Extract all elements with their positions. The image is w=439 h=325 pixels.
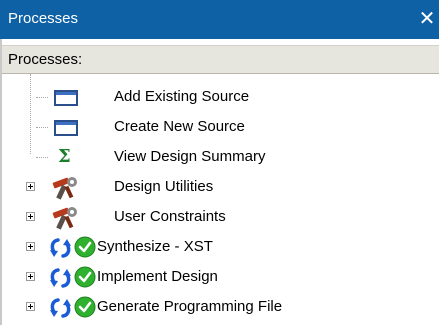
check-icon <box>74 296 96 318</box>
tree-item-label: Add Existing Source <box>114 88 250 105</box>
tree-item-label: View Design Summary <box>114 148 266 165</box>
tools-icon <box>52 207 77 230</box>
tree-item-implement-design[interactable]: Implement Design <box>2 262 439 292</box>
panel-titlebar: Processes ✕ <box>0 0 439 39</box>
expand-icon[interactable] <box>26 212 35 221</box>
tree-item-label: Create New Source <box>114 118 245 135</box>
tree-item-label: Implement Design <box>97 268 218 285</box>
tools-icon <box>52 177 77 200</box>
tree-item-synthesize-xst[interactable]: Synthesize - XST <box>2 232 439 262</box>
process-tree: Add Existing Source Create New Source Σ … <box>2 74 439 325</box>
tree-item-label: Synthesize - XST <box>97 238 213 255</box>
rerun-icon <box>50 298 71 318</box>
expand-icon[interactable] <box>26 272 35 281</box>
tree-connector <box>36 157 48 158</box>
tree-item-create-new-source[interactable]: Create New Source <box>2 112 439 142</box>
check-icon <box>74 266 96 288</box>
tree-item-generate-programming-file[interactable]: Generate Programming File <box>2 292 439 322</box>
window-icon <box>54 90 78 106</box>
window-icon <box>54 120 78 136</box>
expand-icon[interactable] <box>26 182 35 191</box>
tree-item-design-utilities[interactable]: Design Utilities <box>2 172 439 202</box>
check-icon <box>74 236 96 258</box>
close-icon[interactable]: ✕ <box>418 6 436 32</box>
tree-connector <box>36 97 48 98</box>
tree-item-view-design-summary[interactable]: Σ View Design Summary <box>2 142 439 172</box>
tree-item-label: User Constraints <box>114 208 226 225</box>
tree-item-label: Design Utilities <box>114 178 214 195</box>
tree-item-label: Generate Programming File <box>97 298 283 315</box>
panel-title: Processes <box>8 10 79 27</box>
processes-header: Processes: <box>2 45 439 74</box>
processes-header-label: Processes: <box>8 51 83 68</box>
rerun-icon <box>50 268 71 288</box>
rerun-icon <box>50 238 71 258</box>
expand-icon[interactable] <box>26 242 35 251</box>
tree-connector <box>36 127 48 128</box>
tree-item-user-constraints[interactable]: User Constraints <box>2 202 439 232</box>
sigma-icon: Σ <box>58 146 71 167</box>
tree-item-add-existing-source[interactable]: Add Existing Source <box>2 82 439 112</box>
expand-icon[interactable] <box>26 302 35 311</box>
